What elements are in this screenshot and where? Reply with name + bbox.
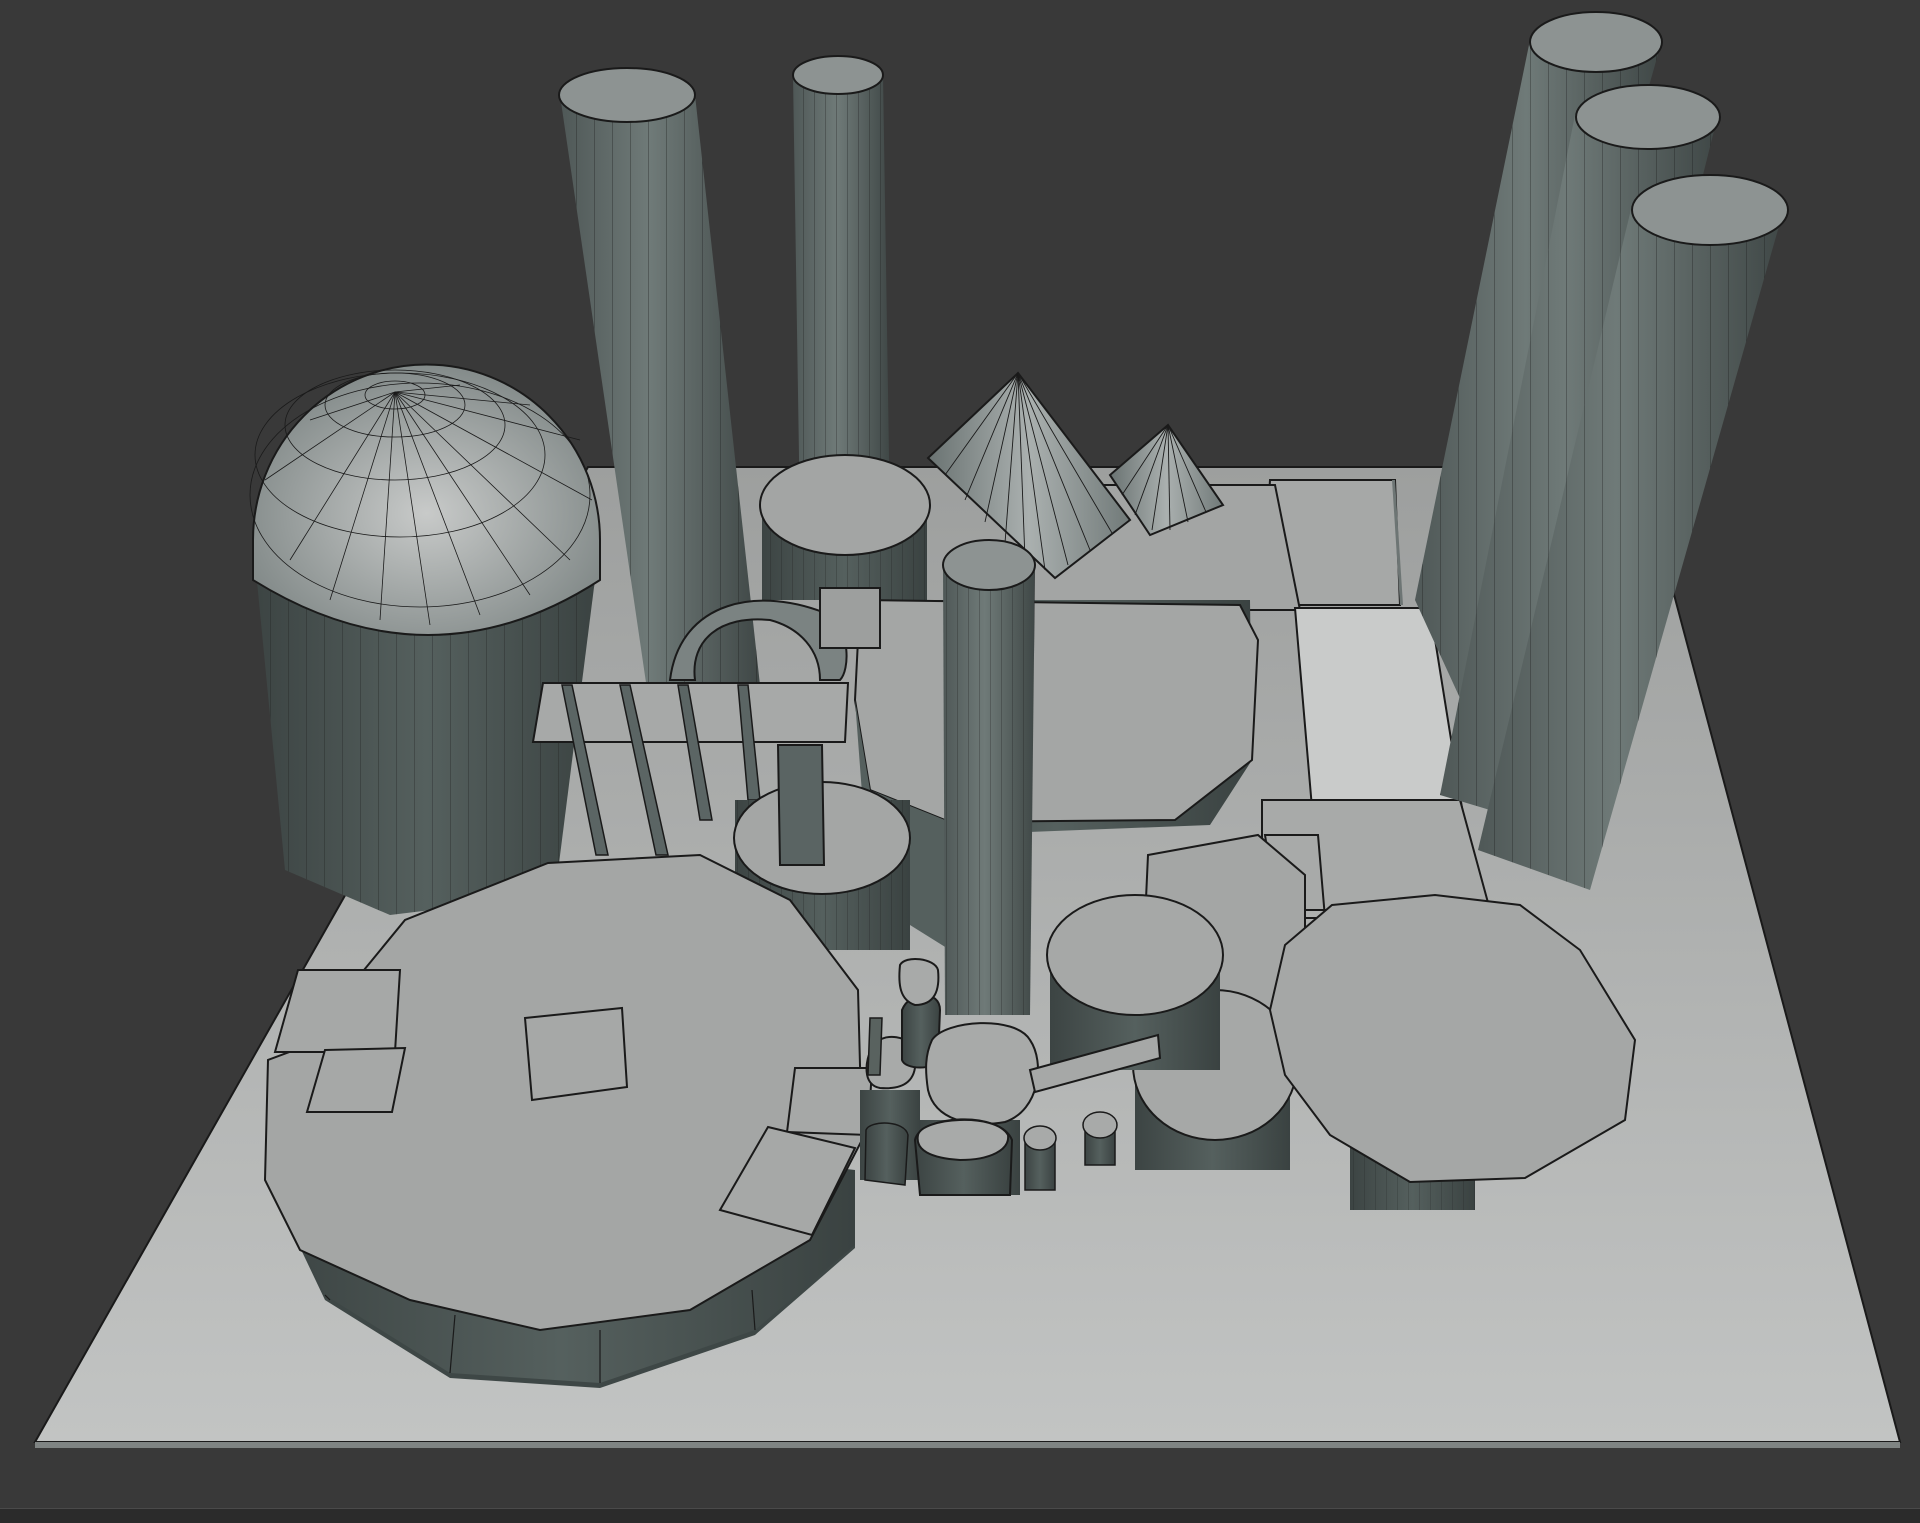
tall-cylinder-2[interactable] bbox=[792, 55, 890, 520]
dome-silo[interactable] bbox=[249, 363, 601, 915]
small-block[interactable] bbox=[819, 587, 881, 649]
status-bar bbox=[0, 1508, 1920, 1523]
scene-canvas[interactable] bbox=[0, 0, 1920, 1508]
ground-plane-edge bbox=[35, 1442, 1900, 1448]
short-cylinder-back[interactable] bbox=[759, 454, 931, 600]
pillar-block[interactable] bbox=[776, 744, 826, 866]
3d-viewport[interactable] bbox=[0, 0, 1920, 1508]
tall-cylinder-center[interactable] bbox=[942, 539, 1036, 1015]
